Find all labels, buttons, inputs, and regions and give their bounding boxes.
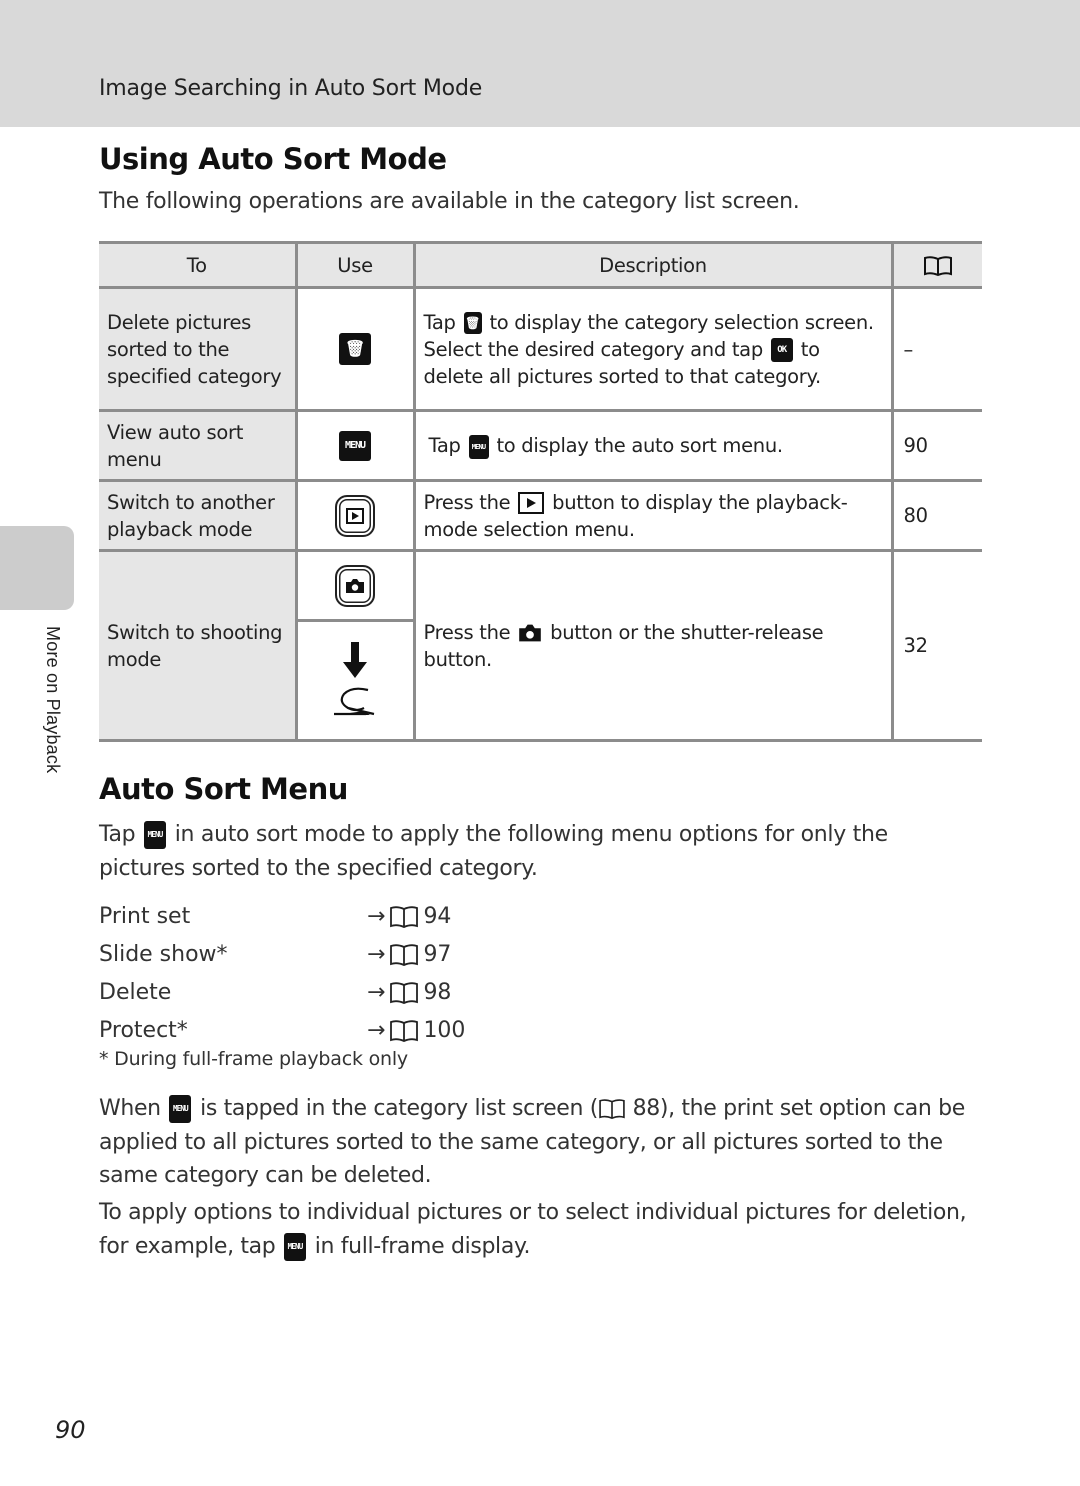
playback-button-icon [335,494,375,537]
page-number-link[interactable]: 94 [423,898,451,936]
menu-icon: MENU [144,821,167,849]
header-to: To [99,241,298,289]
section-lead: The following operations are available i… [99,189,800,214]
row-action: Delete pictures sorted to the specified … [99,286,298,412]
row-page-ref: – [890,286,982,412]
menu-icon: MENU [468,434,489,459]
header-band [0,0,1080,127]
page-reference: → 94 [367,898,451,936]
book-reference-icon [923,255,952,276]
row-page-ref: 90 [890,409,982,482]
camera-icon [519,624,542,642]
finger-press-icon [334,687,375,716]
trash-icon: 🗑 [339,333,371,365]
menu-icon: MENU [169,1095,192,1123]
book-reference-icon [390,1020,419,1042]
menu-option-label: Slide show* [99,942,228,967]
header-use: Use [294,241,416,289]
shooting-button-icon [335,564,375,607]
book-reference-icon [390,906,419,928]
arrow-right-icon: → [367,1018,386,1043]
table-row: Switch to shooting mode Press the button… [99,549,982,742]
row-control [294,549,416,742]
paragraph-category-list: When MENU is tapped in the category list… [99,1095,965,1188]
page-number-link[interactable]: 100 [423,1012,465,1050]
row-control: MENU [294,409,416,482]
footnote: * During full-frame playback only [99,1048,408,1070]
section-title-auto-sort-menu: Auto Sort Menu [99,772,348,806]
page-reference: → 100 [367,1012,465,1050]
book-reference-icon [390,982,419,1004]
row-description: Press the button or the shutter-release … [412,549,894,742]
menu-icon: MENU [339,430,371,461]
playback-icon [518,492,545,514]
table-row: Delete pictures sorted to the specified … [99,286,982,412]
ok-icon: OK [770,338,793,362]
header-reference [890,241,982,289]
arrow-right-icon: → [367,980,386,1005]
table-row: View auto sort menu MENU Tap MENU to dis… [99,409,982,482]
menu-option-label: Print set [99,904,191,929]
operations-table: To Use Description Delete pictures sorte… [99,241,982,742]
row-action: View auto sort menu [99,409,298,482]
row-page-ref: 80 [890,479,982,552]
table-row: Switch to another playback mode Press th… [99,479,982,552]
arrow-down-icon [343,642,367,678]
row-control [294,479,416,552]
row-description: Tap 🗑 to display the category selection … [412,286,894,412]
book-reference-icon [390,944,419,966]
row-page-ref: 32 [890,549,982,742]
section-title-using-auto-sort: Using Auto Sort Mode [99,142,447,176]
shutter-release-icon [298,622,413,739]
paragraph-individual-pictures: To apply options to individual pictures … [99,1200,967,1261]
arrow-right-icon: → [367,904,386,929]
menu-option-label: Protect* [99,1018,188,1043]
chapter-tab-label: More on Playback [43,626,63,774]
section-intro: Tap MENU in auto sort mode to apply the … [99,821,888,881]
row-action: Switch to shooting mode [99,549,298,742]
header-description: Description [412,241,894,289]
book-reference-icon [599,1099,625,1120]
page-number-link[interactable]: 98 [423,974,451,1012]
running-header: Image Searching in Auto Sort Mode [99,76,483,101]
arrow-right-icon: → [367,942,386,967]
row-description: Press the button to display the playback… [412,479,894,552]
page-reference: → 98 [367,974,451,1012]
page-reference: → 97 [367,936,451,974]
row-action: Switch to another playback mode [99,479,298,552]
table-header-row: To Use Description [99,241,982,289]
row-control: 🗑 [294,286,416,412]
row-description: Tap MENU to display the auto sort menu. [412,409,894,482]
page-number-link[interactable]: 97 [423,936,451,974]
menu-icon: MENU [284,1232,307,1261]
page-number: 90 [55,1416,86,1444]
trash-icon: 🗑 [463,312,482,334]
chapter-tab [0,526,74,610]
menu-option-label: Delete [99,980,172,1005]
